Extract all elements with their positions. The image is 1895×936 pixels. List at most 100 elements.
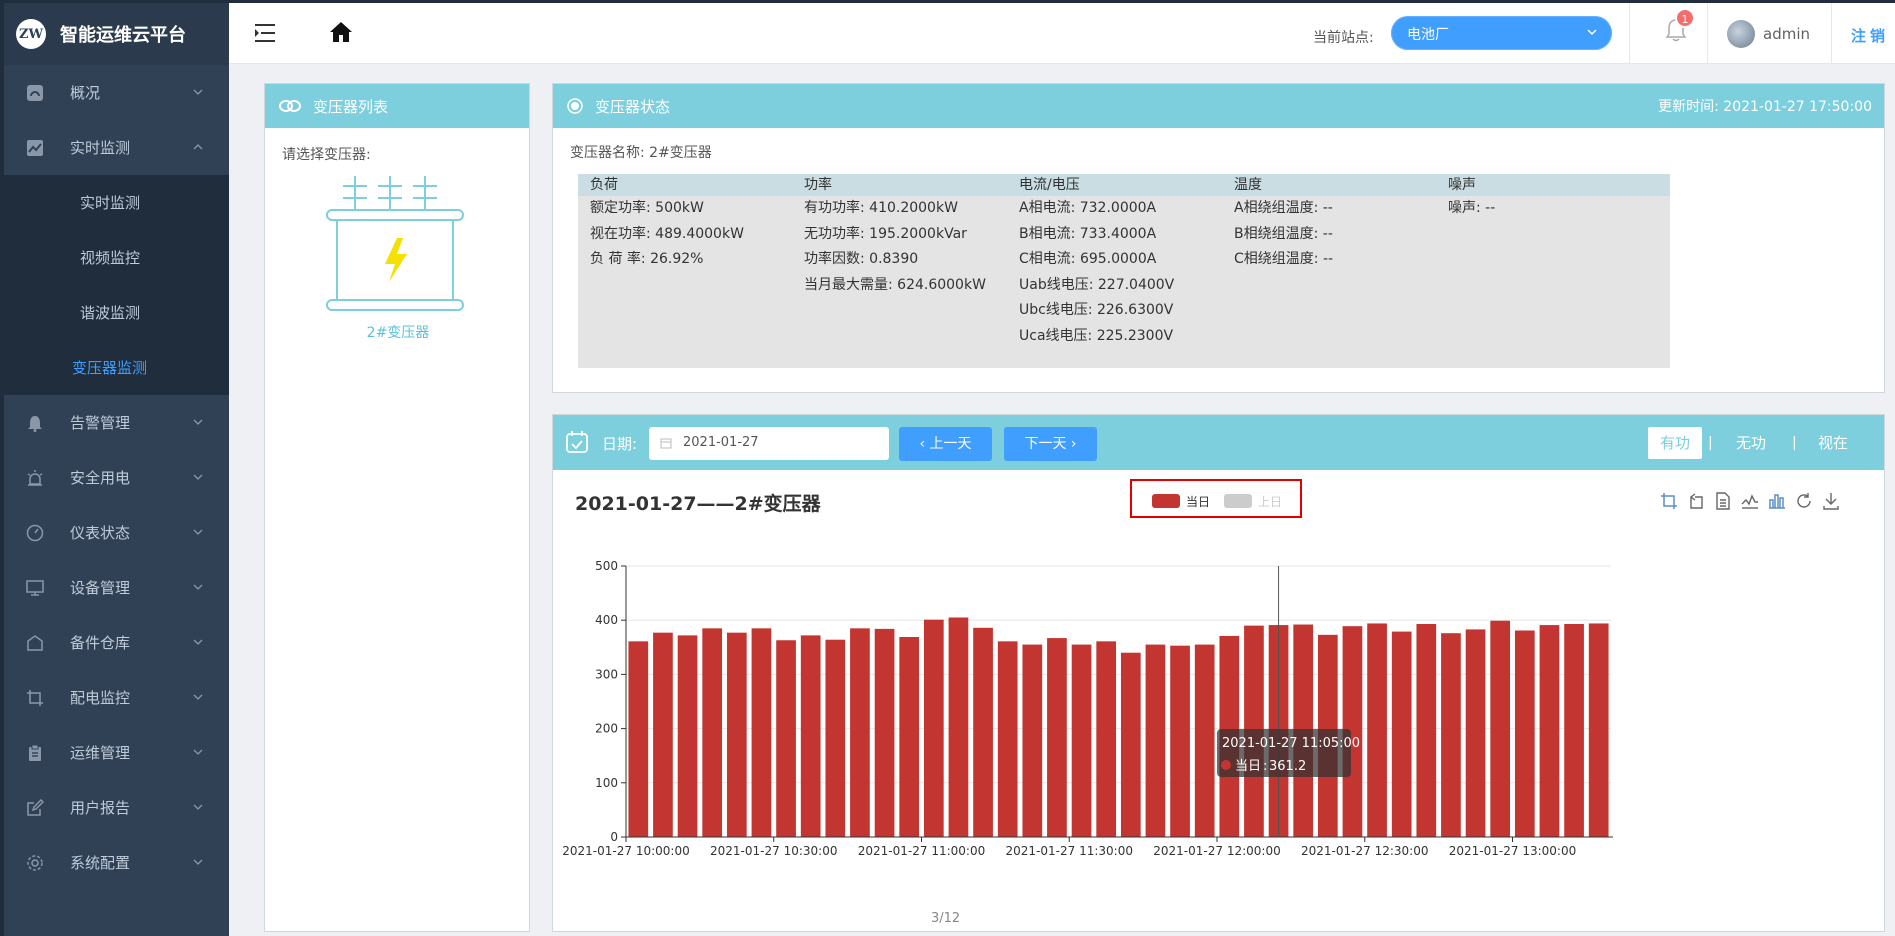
- sidebar-item-label: 运维管理: [70, 744, 131, 762]
- chart-bar[interactable]: [1096, 641, 1117, 837]
- date-picker-input[interactable]: 2021-01-27: [649, 427, 889, 460]
- sidebar-item-label: 设备管理: [70, 579, 131, 597]
- date-value: 2021-01-27: [683, 435, 759, 450]
- chart-bar[interactable]: [1539, 625, 1560, 837]
- status-box-line: 额定功率: 500kW: [590, 200, 704, 216]
- x-tick-label: 2021-01-27 12:00:00: [1153, 844, 1280, 858]
- data-view-icon[interactable]: [1714, 492, 1732, 514]
- chevron-down-icon: [191, 635, 205, 649]
- bar-chart-switch-icon[interactable]: [1768, 492, 1786, 514]
- collapse-menu-icon[interactable]: [255, 23, 277, 47]
- sidebar-item[interactable]: 备件仓库: [4, 615, 229, 670]
- bar-chart[interactable]: 0 100 200 300 400 500 2021-01-27 10:00:00 2021-…: [553, 515, 1884, 915]
- username[interactable]: admin: [1763, 25, 1810, 43]
- status-box-title: 噪声: [1436, 174, 1670, 196]
- submenu-item[interactable]: 实时监测: [4, 175, 229, 230]
- chart-bar[interactable]: [1490, 620, 1511, 837]
- chart-bar[interactable]: [1588, 623, 1609, 837]
- status-box-line: 噪声: --: [1448, 200, 1496, 216]
- sidebar-item-label: 告警管理: [70, 414, 131, 432]
- chart-bar[interactable]: [1514, 630, 1535, 837]
- chart-bar[interactable]: [1170, 645, 1190, 837]
- chart-bar[interactable]: [1441, 633, 1461, 837]
- chevron-down-icon: [191, 800, 205, 814]
- chart-bar[interactable]: [1047, 638, 1067, 837]
- sidebar-item-label: 实时监测: [70, 139, 131, 157]
- zoom-select-icon[interactable]: [1660, 492, 1678, 514]
- sidebar-item[interactable]: 概况: [4, 65, 229, 120]
- chart-bar[interactable]: [1367, 623, 1387, 837]
- mode-apparent-power-button[interactable]: 视在: [1798, 427, 1868, 459]
- download-icon[interactable]: [1822, 492, 1840, 514]
- prev-day-button[interactable]: ‹ 上一天: [899, 427, 992, 461]
- chart-bar[interactable]: [1465, 629, 1486, 837]
- chart-bar[interactable]: [923, 619, 944, 837]
- chart-bar[interactable]: [653, 632, 673, 837]
- home-icon[interactable]: [329, 21, 353, 47]
- header-divider: [1707, 3, 1708, 64]
- sidebar-item[interactable]: 告警管理: [4, 395, 229, 450]
- refresh-icon[interactable]: [1795, 492, 1813, 514]
- sidebar-item[interactable]: 系统配置: [4, 835, 229, 890]
- chart-bar[interactable]: [948, 617, 969, 837]
- chart-bar[interactable]: [1145, 644, 1166, 837]
- sidebar-item[interactable]: 用户报告: [4, 780, 229, 835]
- x-tick-label: 2021-01-27 10:30:00: [710, 844, 837, 858]
- chart-bar[interactable]: [628, 641, 649, 837]
- submenu-item[interactable]: 视频监控: [4, 230, 229, 285]
- status-box-title: 电流/电压: [1007, 174, 1241, 196]
- station-label: 当前站点:: [1313, 30, 1374, 46]
- chart-bar[interactable]: [751, 628, 772, 837]
- legend-label-today[interactable]: 当日: [1186, 493, 1210, 510]
- mode-reactive-power-button[interactable]: 无功: [1716, 427, 1786, 459]
- chart-bar[interactable]: [850, 628, 870, 837]
- chart-bar[interactable]: [874, 628, 895, 837]
- chart-toolbar: 日期: 2021-01-27 ‹ 上一天 下一天 › 有功 | 无功 | 视在: [553, 415, 1884, 470]
- header-divider: [1629, 3, 1630, 64]
- chart-bar[interactable]: [800, 635, 821, 837]
- sidebar-item-label: 系统配置: [70, 854, 131, 872]
- x-tick-label: 2021-01-27 11:30:00: [1006, 844, 1133, 858]
- clipboard-icon: [24, 742, 46, 764]
- legend-swatch-today[interactable]: [1152, 494, 1180, 508]
- chart-bar[interactable]: [973, 627, 993, 837]
- line-chart-switch-icon[interactable]: [1741, 492, 1759, 514]
- legend-label-yesterday[interactable]: 上日: [1258, 493, 1282, 510]
- dashboard-icon: [24, 82, 46, 104]
- chart-bar[interactable]: [1120, 652, 1141, 837]
- chart-bar[interactable]: [776, 640, 796, 837]
- chart-bar[interactable]: [1564, 623, 1584, 837]
- sidebar-item[interactable]: 运维管理: [4, 725, 229, 780]
- sidebar-item[interactable]: 仪表状态: [4, 505, 229, 560]
- logout-button[interactable]: 注销: [1851, 25, 1889, 46]
- submenu-item[interactable]: 变压器监测: [4, 340, 229, 395]
- chart-bar[interactable]: [1416, 623, 1437, 837]
- chart-bar[interactable]: [726, 632, 747, 837]
- chart-bar[interactable]: [1391, 631, 1412, 837]
- station-select[interactable]: 电池厂: [1391, 16, 1612, 50]
- chart-bar[interactable]: [825, 639, 846, 837]
- warehouse-icon: [24, 632, 46, 654]
- chart-bar[interactable]: [702, 628, 723, 837]
- chart-bar[interactable]: [899, 637, 920, 837]
- legend-swatch-yesterday[interactable]: [1224, 494, 1252, 508]
- status-box: 温度 A相绕组温度: -- B相绕组温度: -- C相绕组温度: --: [1222, 174, 1456, 368]
- sidebar-item[interactable]: 配电监控: [4, 670, 229, 725]
- transformer-name-label[interactable]: 2#变压器: [265, 322, 531, 342]
- sidebar-menu: 概况 实时监测 实时监测 视频监控 谐波监测 变压器监测 告警管理 安全用电 仪表状态 设备管理备…: [4, 65, 229, 890]
- mode-active-power-button[interactable]: 有功: [1648, 427, 1702, 459]
- sidebar-item[interactable]: 安全用电: [4, 450, 229, 505]
- submenu-item[interactable]: 谐波监测: [4, 285, 229, 340]
- avatar[interactable]: [1727, 20, 1755, 48]
- sidebar-item[interactable]: 实时监测: [4, 120, 229, 175]
- next-day-button[interactable]: 下一天 ›: [1004, 427, 1097, 461]
- chart-bar[interactable]: [677, 635, 698, 837]
- chart-bar[interactable]: [1022, 644, 1043, 837]
- chart-bar[interactable]: [997, 641, 1018, 837]
- transformer-icon[interactable]: [325, 174, 465, 334]
- chart-bar[interactable]: [1071, 644, 1092, 837]
- chart-bar[interactable]: [1194, 644, 1215, 837]
- status-box-title: 功率: [792, 174, 1026, 196]
- zoom-reset-icon[interactable]: [1687, 492, 1705, 514]
- sidebar-item[interactable]: 设备管理: [4, 560, 229, 615]
